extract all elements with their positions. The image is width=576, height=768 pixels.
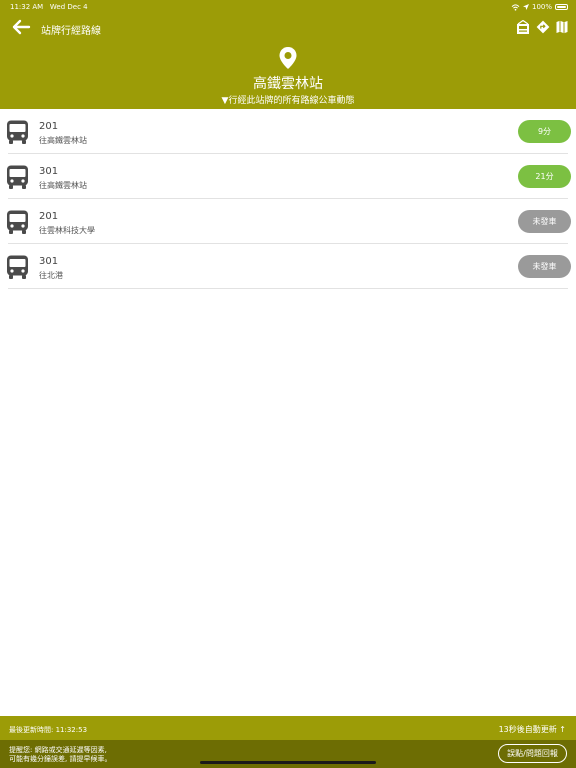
route-row[interactable]: 301 往北港 未發車 (0, 244, 576, 289)
battery-percent: 100% (531, 3, 552, 11)
auto-refresh-countdown[interactable]: 13秒後自動更新 ↑ (499, 724, 566, 735)
bus-icon (7, 120, 28, 144)
status-right: 100% (511, 3, 568, 11)
bus-stop-sign-icon[interactable] (516, 20, 530, 35)
route-destination: 往北港 (39, 271, 63, 280)
route-row[interactable]: 201 往高鐵雲林站 9分 (0, 109, 576, 154)
location-arrow-icon (522, 4, 529, 10)
eta-badge: 未發車 (518, 255, 571, 278)
report-issue-button[interactable]: 誤點/問題回報 (498, 744, 567, 763)
update-bar: 最後更新時間: 11:32:53 13秒後自動更新 ↑ (0, 716, 576, 740)
stop-subtitle: ▼行經此站牌的所有路線公車動態 (221, 96, 355, 106)
notice-line-2: 可能有幾分鐘誤差, 請提早候車。 (9, 755, 112, 763)
route-destination: 往高鐵雲林站 (39, 181, 87, 190)
back-arrow-icon[interactable] (11, 19, 31, 35)
route-number: 201 (39, 121, 59, 132)
status-date: Wed Dec 4 (49, 3, 88, 11)
route-destination: 往雲林科技大學 (39, 226, 95, 235)
status-time-date: 11:32 AM Wed Dec 4 (10, 3, 88, 11)
last-updated-time: 最後更新時間: 11:32:53 (9, 726, 88, 734)
route-row[interactable]: 201 往雲林科技大學 未發車 (0, 199, 576, 244)
battery-icon (555, 4, 568, 10)
bus-icon (7, 210, 28, 234)
route-number: 301 (39, 166, 59, 177)
eta-badge: 21分 (518, 165, 571, 188)
map-icon[interactable] (556, 20, 568, 34)
route-row[interactable]: 301 往高鐵雲林站 21分 (0, 154, 576, 199)
status-bar: 11:32 AM Wed Dec 4 100% (0, 0, 576, 14)
eta-badge: 未發車 (518, 210, 571, 233)
home-indicator[interactable] (200, 761, 376, 764)
directions-icon[interactable] (536, 20, 550, 34)
header: 11:32 AM Wed Dec 4 100% 站牌行經路線 高鐵雲林站 ▼行經… (0, 0, 576, 109)
toolbar-icons (516, 20, 568, 35)
bus-icon (7, 165, 28, 189)
stop-name: 高鐵雲林站 (253, 76, 323, 92)
location-pin-icon (279, 47, 297, 69)
route-number: 301 (39, 256, 59, 267)
bus-icon (7, 255, 28, 279)
status-time: 11:32 AM (10, 3, 44, 11)
route-destination: 往高鐵雲林站 (39, 136, 87, 145)
eta-badge: 9分 (518, 120, 571, 143)
route-number: 201 (39, 211, 59, 222)
wifi-icon (511, 3, 520, 11)
nav-title: 站牌行經路線 (41, 26, 101, 37)
route-list: 201 往高鐵雲林站 9分 301 往高鐵雲林站 21分 201 往雲林科技大學… (0, 109, 576, 289)
